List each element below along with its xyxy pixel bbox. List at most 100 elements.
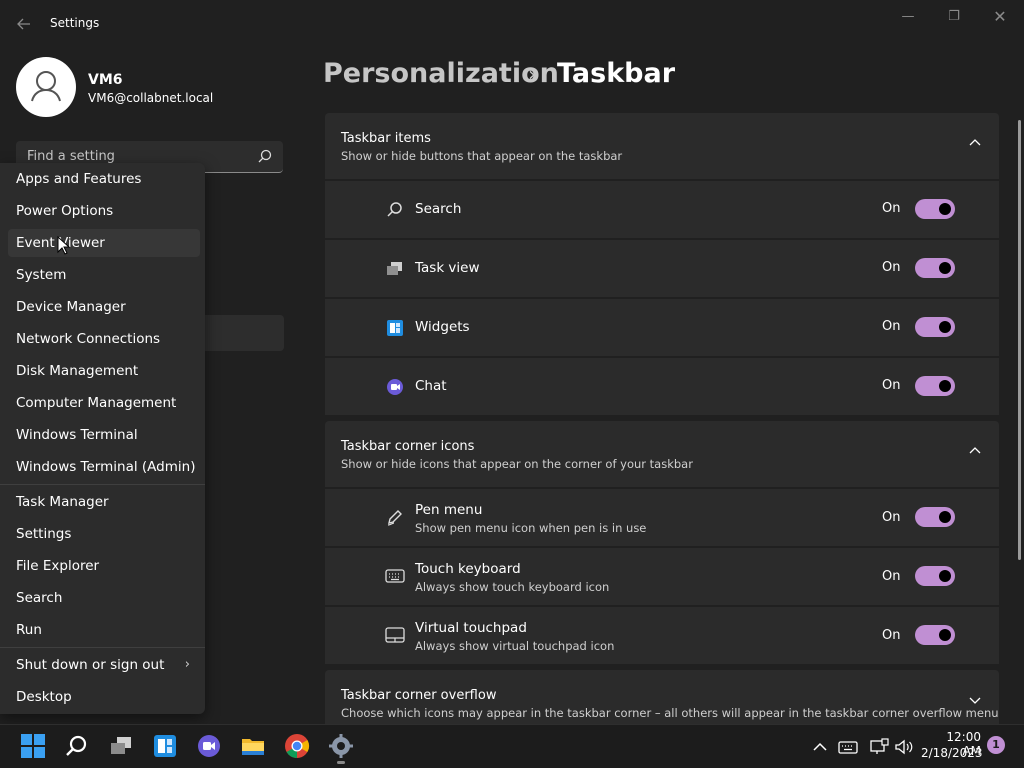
setting-label: Chat: [415, 378, 447, 394]
breadcrumb-parent[interactable]: Personalization: [323, 58, 559, 89]
setting-row-task-view: Task view On: [325, 240, 999, 297]
setting-label: Task view: [415, 260, 480, 276]
chat-icon: [387, 379, 403, 395]
menu-item-apps-and-features[interactable]: Apps and Features: [8, 165, 200, 193]
active-app-indicator: [337, 761, 345, 764]
chevron-down-icon: [969, 697, 981, 704]
search-icon: [258, 149, 272, 163]
section-title: Taskbar items: [341, 131, 431, 146]
breadcrumb-separator: ›: [528, 62, 536, 86]
menu-item-file-explorer[interactable]: File Explorer: [8, 552, 200, 580]
pen-icon: [387, 510, 402, 526]
menu-item-network-connections[interactable]: Network Connections: [8, 325, 200, 353]
notification-badge[interactable]: 1: [987, 736, 1005, 754]
touchpad-icon: [385, 627, 405, 643]
chat-toggle[interactable]: [915, 376, 955, 396]
menu-item-desktop[interactable]: Desktop: [8, 683, 200, 711]
file-explorer-icon[interactable]: [240, 733, 266, 759]
menu-item-power-options[interactable]: Power Options: [8, 197, 200, 225]
widgets-icon: [387, 320, 403, 336]
widgets-toggle[interactable]: [915, 317, 955, 337]
setting-label: Pen menu: [415, 502, 483, 518]
toggle-state: On: [882, 201, 901, 216]
menu-item-disk-management[interactable]: Disk Management: [8, 357, 200, 385]
menu-item-task-manager[interactable]: Task Manager: [8, 488, 200, 516]
content-scrollbar[interactable]: [1018, 120, 1021, 560]
search-icon[interactable]: [64, 733, 90, 759]
taskbar-items-header[interactable]: Taskbar items Show or hide buttons that …: [325, 113, 999, 179]
close-button[interactable]: ✕: [977, 6, 1023, 28]
title-bar: Settings — ❐ ✕: [0, 0, 1024, 48]
chevron-up-icon: [969, 447, 981, 454]
keyboard-icon: [385, 569, 405, 583]
menu-item-windows-terminal[interactable]: Windows Terminal: [8, 421, 200, 449]
menu-item-settings[interactable]: Settings: [8, 520, 200, 548]
chat-icon[interactable]: [196, 733, 222, 759]
menu-item-shut-down-or-sign-out[interactable]: Shut down or sign out ›: [8, 651, 200, 679]
search-toggle[interactable]: [915, 199, 955, 219]
menu-item-run[interactable]: Run: [8, 616, 200, 644]
setting-description: Show pen menu icon when pen is in use: [415, 521, 647, 535]
menu-item-search[interactable]: Search: [8, 584, 200, 612]
toggle-state: On: [882, 628, 901, 643]
settings-icon[interactable]: [328, 733, 354, 759]
user-email: VM6@collabnet.local: [88, 91, 214, 105]
menu-item-system[interactable]: System: [8, 261, 200, 289]
section-title: Taskbar corner icons: [341, 439, 475, 454]
taskbar-corner-overflow-header[interactable]: Taskbar corner overflow Choose which ico…: [325, 670, 999, 724]
section-subtitle: Choose which icons may appear in the tas…: [341, 706, 999, 720]
setting-label: Touch keyboard: [415, 561, 521, 577]
virtual-touchpad-toggle[interactable]: [915, 625, 955, 645]
setting-label: Virtual touchpad: [415, 620, 527, 636]
task-view-icon: [387, 262, 402, 275]
taskbar-corner-overflow-section: Taskbar corner overflow Choose which ico…: [325, 670, 999, 724]
toggle-state: On: [882, 378, 901, 393]
mouse-cursor-icon: [57, 236, 71, 255]
section-subtitle: Show or hide buttons that appear on the …: [341, 149, 623, 163]
chevron-up-icon[interactable]: [810, 737, 830, 757]
clock-date[interactable]: 2/18/2023: [921, 746, 983, 760]
keyboard-icon[interactable]: [838, 737, 858, 757]
start-icon[interactable]: [20, 733, 46, 759]
menu-separator: [0, 484, 205, 485]
touch-keyboard-toggle[interactable]: [915, 566, 955, 586]
menu-item-label: Shut down or sign out: [16, 657, 165, 673]
menu-item-event-viewer[interactable]: Event Viewer: [8, 229, 200, 257]
menu-separator: [0, 647, 205, 648]
setting-description: Always show virtual touchpad icon: [415, 639, 615, 653]
search-icon: [387, 202, 402, 217]
task-view-toggle[interactable]: [915, 258, 955, 278]
avatar[interactable]: [16, 57, 76, 117]
search-placeholder: Find a setting: [27, 149, 115, 164]
app-title: Settings: [50, 16, 100, 30]
setting-row-virtual-touchpad: Virtual touchpad Always show virtual tou…: [325, 607, 999, 664]
taskbar-items-section: Taskbar items Show or hide buttons that …: [325, 113, 999, 415]
section-title: Taskbar corner overflow: [341, 688, 497, 703]
page-title: Taskbar: [557, 58, 676, 89]
setting-row-search: Search On: [325, 181, 999, 238]
menu-item-computer-management[interactable]: Computer Management: [8, 389, 200, 417]
menu-item-windows-terminal-admin[interactable]: Windows Terminal (Admin): [8, 453, 200, 481]
setting-row-chat: Chat On: [325, 358, 999, 415]
toggle-state: On: [882, 510, 901, 525]
setting-description: Always show touch keyboard icon: [415, 580, 610, 594]
minimize-button[interactable]: —: [885, 6, 931, 28]
task-view-icon[interactable]: [108, 733, 134, 759]
taskbar-corner-icons-header[interactable]: Taskbar corner icons Show or hide icons …: [325, 421, 999, 487]
network-icon[interactable]: [869, 737, 889, 757]
menu-item-device-manager[interactable]: Device Manager: [8, 293, 200, 321]
maximize-button[interactable]: ❐: [931, 6, 977, 28]
section-subtitle: Show or hide icons that appear on the co…: [341, 457, 693, 471]
chevron-up-icon: [969, 139, 981, 146]
widgets-icon[interactable]: [152, 733, 178, 759]
toggle-state: On: [882, 319, 901, 334]
pen-menu-toggle[interactable]: [915, 507, 955, 527]
volume-icon[interactable]: [894, 737, 914, 757]
chrome-icon[interactable]: [284, 733, 310, 759]
back-arrow-icon: [17, 18, 30, 30]
user-name: VM6: [88, 72, 123, 88]
toggle-state: On: [882, 260, 901, 275]
back-button[interactable]: [12, 12, 36, 36]
quick-link-menu: Apps and Features Power Options Event Vi…: [0, 163, 205, 714]
toggle-state: On: [882, 569, 901, 584]
